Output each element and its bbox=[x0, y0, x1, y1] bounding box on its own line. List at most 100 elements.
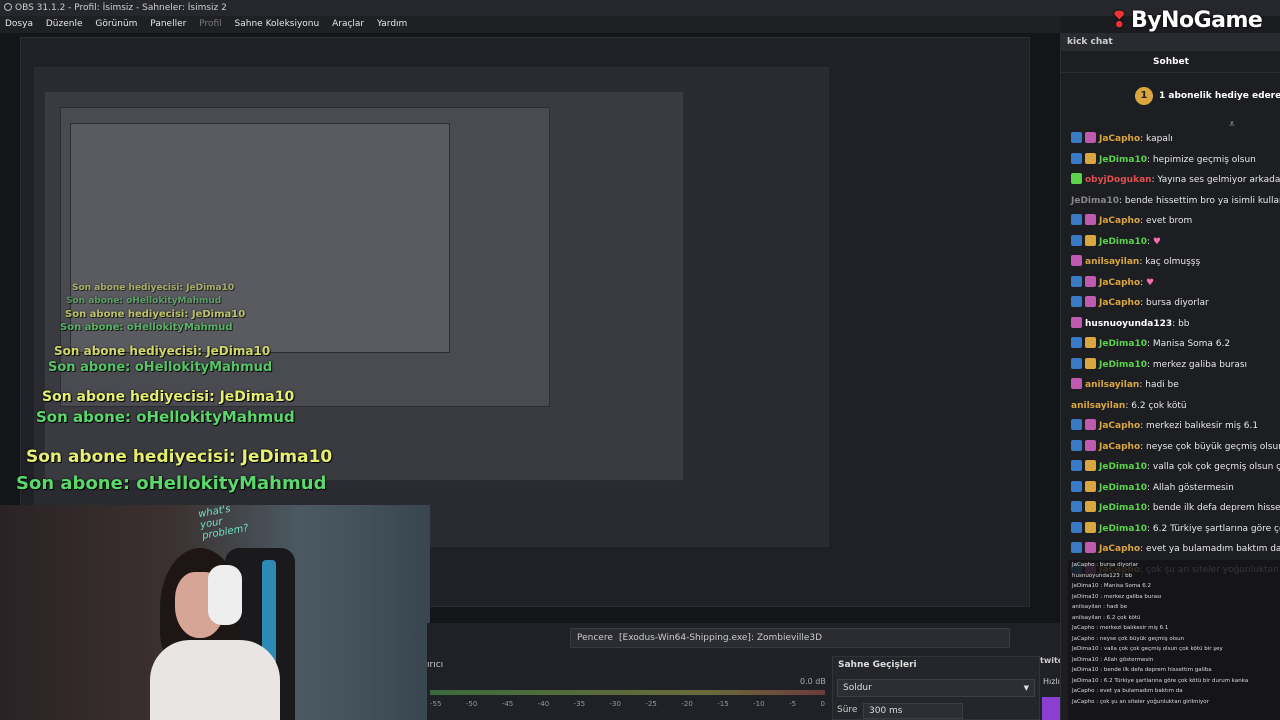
chat-username[interactable]: JeDima10 bbox=[1099, 503, 1147, 513]
chat-text: bende ilk defa deprem hissettim bbox=[1152, 503, 1280, 513]
chat-text: bende hissettim bro ya isimli kullanıcıy bbox=[1124, 195, 1280, 206]
gold-badge-icon bbox=[1085, 337, 1096, 348]
blue-badge-icon bbox=[1071, 132, 1082, 143]
menu-paneller[interactable]: Paneller bbox=[145, 16, 191, 33]
menu-sahne-koleksiyonu[interactable]: Sahne Koleksiyonu bbox=[230, 16, 325, 33]
blue-badge-icon bbox=[1071, 460, 1082, 471]
chat-text: evet ya bulamadım baktım da bbox=[1146, 544, 1280, 554]
menu-araclar[interactable]: Araçlar bbox=[327, 16, 369, 33]
chat-text: ♥ bbox=[1146, 277, 1155, 288]
chat-message: JeDima10: bende hissettim bro ya isimli … bbox=[1061, 191, 1280, 212]
pinned-text: 1 abonelik hediye ederek 1. su bbox=[1159, 91, 1280, 101]
window-titlebar: OBS 31.1.2 - Profil: İsimsiz - Sahneler:… bbox=[0, 0, 1280, 16]
blue-badge-icon bbox=[1071, 214, 1082, 225]
chat-message: JeDima10: Allah göstermesin bbox=[1061, 478, 1280, 499]
blue-badge-icon bbox=[1071, 152, 1082, 164]
mini-chat-line: JeDima10 : valla çok çok geçmiş olsun ço… bbox=[1072, 646, 1223, 652]
mini-chat-line: JaCapho : çok şu an siteler yoğunluktan … bbox=[1072, 698, 1209, 705]
blue-badge-icon bbox=[1071, 542, 1082, 553]
chat-username[interactable]: JeDima10 bbox=[1099, 483, 1147, 493]
audio-db: 0.0 dB bbox=[800, 677, 826, 686]
audio-meter[interactable] bbox=[430, 690, 825, 695]
menu-duzenle[interactable]: Düzenle bbox=[41, 16, 88, 33]
audio-mixer-label: ırıcı bbox=[427, 660, 444, 670]
chat-username[interactable]: JeDima10 bbox=[1099, 237, 1147, 247]
pink-badge-icon bbox=[1071, 378, 1082, 389]
streamer-body bbox=[150, 640, 280, 720]
mini-chat-line: JeDima10 : merkez galiba burası bbox=[1072, 593, 1162, 600]
transition-select[interactable]: Soldur ▼ bbox=[837, 679, 1035, 697]
chat-text: kaç olmuşşş bbox=[1145, 257, 1201, 267]
duration-input[interactable]: 300 ms bbox=[863, 703, 963, 719]
overlay-last-sub: Son abone: oHellokityMahmud bbox=[16, 473, 327, 494]
chat-text: neyse çok büyük geçmiş olsun bbox=[1146, 441, 1280, 452]
chat-username[interactable]: JeDima10 bbox=[1099, 524, 1147, 534]
blue-badge-icon bbox=[1071, 275, 1082, 287]
chat-username[interactable]: anilsayilan bbox=[1071, 401, 1125, 411]
scene-transitions-panel: Sahne Geçişleri Soldur ▼ Süre 300 ms bbox=[832, 656, 1040, 720]
chat-message: JeDima10: valla çok çok geçmiş olsun çok… bbox=[1061, 457, 1280, 478]
blue-badge-icon bbox=[1071, 439, 1082, 451]
chat-message: JeDima10: 6.2 Türkiye şartlarına göre ço… bbox=[1061, 519, 1280, 540]
gold-badge-icon bbox=[1085, 480, 1096, 492]
chat-text: bb bbox=[1178, 318, 1190, 329]
chat-message: JaCapho: neyse çok büyük geçmiş olsun bbox=[1061, 437, 1280, 458]
chat-message: anilsayilan: hadi be bbox=[1061, 375, 1280, 396]
chat-username[interactable]: anilsayilan bbox=[1085, 257, 1139, 267]
chat-username[interactable]: JaCapho bbox=[1099, 544, 1140, 554]
chat-username[interactable]: JeDima10 bbox=[1099, 360, 1147, 370]
logo-text: ByNoGame bbox=[1130, 8, 1263, 33]
chat-message: JaCapho: merkezi balıkesir miş 6.1 bbox=[1061, 416, 1280, 437]
window-source-select[interactable]: Pencere [Exodus-Win64-Shipping.exe]: Zom… bbox=[570, 628, 1010, 648]
blue-badge-icon bbox=[1071, 501, 1082, 512]
chat-username[interactable]: JaCapho bbox=[1099, 442, 1140, 452]
chat-text: evet brom bbox=[1146, 216, 1193, 226]
menu-dosya[interactable]: Dosya bbox=[0, 16, 38, 33]
logo-mark-icon: ❢ bbox=[1110, 8, 1128, 33]
chat-username[interactable]: JeDima10 bbox=[1071, 196, 1119, 206]
mini-chat-line: JaCapho : merkezi balıkesir miş 6.1 bbox=[1072, 625, 1169, 631]
chat-username[interactable]: JeDima10 bbox=[1099, 462, 1147, 472]
chat-tab[interactable]: kick chat bbox=[1061, 33, 1280, 51]
scale-tick: -50 bbox=[465, 700, 478, 708]
chat-text: kapalı bbox=[1146, 134, 1173, 144]
scale-tick: -5 bbox=[789, 700, 797, 708]
pink-badge-icon bbox=[1071, 316, 1082, 328]
chat-username[interactable]: JeDima10 bbox=[1099, 339, 1147, 349]
audio-scale: -55 -50 -45 -40 -35 -30 -25 -20 -15 -10 … bbox=[430, 700, 825, 708]
chat-username[interactable]: JaCapho bbox=[1099, 278, 1140, 288]
pencere-label: Pencere bbox=[577, 633, 613, 643]
twitch-dock-tab[interactable]: twitch bbox=[1040, 656, 1060, 672]
pencere-value: [Exodus-Win64-Shipping.exe]: Zombieville… bbox=[619, 633, 823, 643]
chat-username[interactable]: anilsayilan bbox=[1085, 380, 1139, 390]
transition-value: Soldur bbox=[843, 683, 872, 693]
chat-username[interactable]: JeDima10 bbox=[1099, 155, 1147, 165]
overlay-ghost-sub: Son abone: oHellokityMahmud bbox=[36, 408, 295, 426]
chat-text: Manisa Soma 6.2 bbox=[1152, 339, 1231, 349]
menu-gorunum[interactable]: Görünüm bbox=[90, 16, 142, 33]
chat-username[interactable]: JaCapho bbox=[1099, 216, 1140, 226]
chat-username[interactable]: JaCapho bbox=[1099, 298, 1140, 308]
chat-message: JeDima10: hepimize geçmiş olsun bbox=[1061, 150, 1280, 171]
chat-username[interactable]: JaCapho bbox=[1099, 134, 1140, 144]
menu-yardim[interactable]: Yardım bbox=[372, 16, 412, 33]
blue-badge-icon bbox=[1071, 234, 1082, 246]
chat-username[interactable]: husnuoyunda123 bbox=[1085, 319, 1172, 329]
chat-message: JaCapho: kapalı bbox=[1061, 129, 1280, 150]
chat-text: Yayına ses gelmiyor arkadan ses bbox=[1157, 175, 1280, 185]
scale-tick: -45 bbox=[501, 700, 514, 708]
pinned-message[interactable]: 1 1 abonelik hediye ederek 1. su bbox=[1061, 77, 1280, 115]
chat-message: JaCapho: evet brom bbox=[1061, 211, 1280, 232]
obs-icon bbox=[4, 3, 12, 11]
chat-username[interactable]: obyjDogukan bbox=[1085, 175, 1152, 185]
menu-profil[interactable]: Profil bbox=[194, 16, 226, 33]
pink-badge-icon bbox=[1085, 542, 1096, 553]
chat-message: obyjDogukan: Yayına ses gelmiyor arkadan… bbox=[1061, 170, 1280, 191]
blue-badge-icon bbox=[1071, 419, 1082, 430]
gold-badge-icon bbox=[1085, 234, 1096, 246]
chat-username[interactable]: JaCapho bbox=[1099, 421, 1140, 431]
pink-badge-icon bbox=[1085, 296, 1096, 307]
gold-badge-icon bbox=[1085, 357, 1096, 369]
chat-message: husnuoyunda123: bb bbox=[1061, 314, 1280, 335]
mini-chat-line: anilsayilan : 6.2 çok kötü bbox=[1072, 614, 1141, 621]
